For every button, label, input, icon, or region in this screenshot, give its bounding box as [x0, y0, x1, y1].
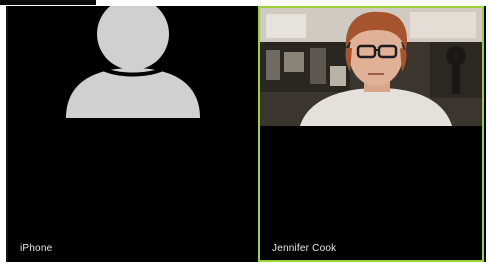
top-bar-tab [0, 0, 96, 5]
participant-name-label: iPhone [20, 243, 53, 254]
participant-tile-iphone[interactable]: iPhone [6, 6, 258, 262]
participant-tile-jennifer-cook[interactable]: Jennifer Cook [258, 6, 484, 262]
person-silhouette-icon [66, 6, 200, 118]
participant-grid: iPhone Jennifer Cook [6, 6, 486, 262]
participant-name-label: Jennifer Cook [272, 243, 337, 254]
video-call-window: iPhone Jennifer Cook [0, 0, 489, 264]
participant-video-feed [260, 8, 482, 126]
